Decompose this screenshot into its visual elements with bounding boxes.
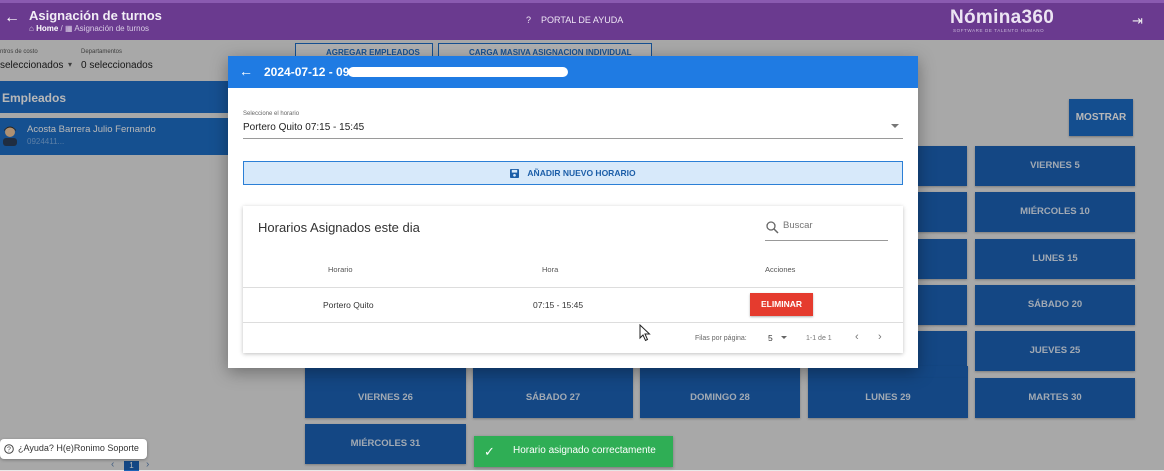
logout-icon[interactable]: ⇥ — [1132, 13, 1143, 29]
card-title: Horarios Asignados este dia — [258, 220, 420, 235]
mouse-cursor-icon — [639, 324, 651, 342]
rows-per-page-select[interactable]: 5 — [768, 333, 773, 343]
brand-tagline: SOFTWARE DE TALENTO HUMANO — [953, 28, 1045, 33]
home-icon: ⌂ — [29, 24, 34, 33]
schedule-select[interactable]: Portero Quito 07:15 - 15:45 — [243, 122, 364, 133]
breadcrumb-home[interactable]: Home — [36, 24, 58, 33]
column-header[interactable]: Horario — [328, 265, 353, 274]
cell-horario: Portero Quito — [323, 300, 374, 310]
help-chip-label: ¿Ayuda? H(e)Ronimo Soporte — [18, 443, 139, 453]
rows-per-page-label: Filas por página: — [695, 335, 747, 342]
help-icon: ? — [526, 15, 532, 25]
check-icon: ✓ — [484, 444, 495, 459]
help-portal-link[interactable]: ? PORTAL DE AYUDA — [526, 15, 623, 25]
save-icon — [510, 169, 520, 179]
chevron-down-icon[interactable] — [781, 336, 787, 339]
cell-hora: 07:15 - 15:45 — [533, 300, 584, 310]
help-portal-label: PORTAL DE AYUDA — [541, 15, 624, 25]
schedule-modal: ← 2024-07-12 - 0924411... Seleccione el … — [228, 56, 918, 368]
assigned-schedules-card: Horarios Asignados este dia Horario Hora… — [243, 206, 903, 353]
back-arrow-icon[interactable]: ← — [4, 10, 20, 26]
add-schedule-button[interactable]: AÑADIR NUEVO HORARIO — [243, 161, 903, 185]
chevron-left-icon[interactable]: ‹ — [855, 331, 859, 343]
page-title: Asignación de turnos — [29, 8, 162, 23]
pagination-range: 1-1 de 1 — [806, 335, 832, 342]
breadcrumb-current: Asignación de turnos — [74, 24, 150, 33]
svg-text:?: ? — [7, 447, 11, 454]
question-icon: ? — [4, 444, 14, 454]
chevron-right-icon[interactable]: › — [878, 331, 882, 343]
add-schedule-label: AÑADIR NUEVO HORARIO — [527, 168, 636, 178]
toast-message: Horario asignado correctamente — [513, 445, 656, 456]
delete-button[interactable]: ELIMINAR — [750, 293, 813, 316]
brand-logo: Nómina360 — [950, 7, 1055, 28]
column-header[interactable]: Hora — [542, 265, 558, 274]
search-icon — [766, 221, 779, 234]
chevron-down-icon[interactable] — [891, 124, 899, 128]
back-arrow-icon[interactable]: ← — [239, 63, 253, 79]
breadcrumb: ⌂ Home / ▦ Asignación de turnos — [29, 24, 150, 33]
schedule-select-label: Seleccione el horario — [243, 111, 300, 117]
redaction-bar — [348, 67, 568, 77]
search-input[interactable] — [783, 220, 883, 231]
column-header: Acciones — [765, 265, 796, 274]
